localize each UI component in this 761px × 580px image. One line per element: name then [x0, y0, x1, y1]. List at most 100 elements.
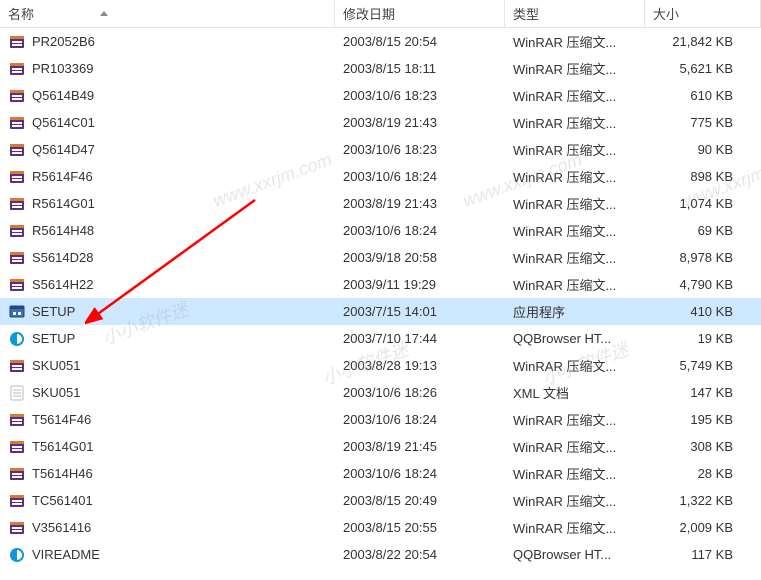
file-date: 2003/7/10 17:44 — [335, 331, 505, 346]
file-date: 2003/8/19 21:43 — [335, 115, 505, 130]
rar-icon — [8, 249, 26, 267]
table-row[interactable]: R5614H482003/10/6 18:24WinRAR 压缩文...69 K… — [0, 217, 761, 244]
file-name: R5614H48 — [32, 223, 94, 238]
rar-icon — [8, 438, 26, 456]
file-date: 2003/10/6 18:24 — [335, 169, 505, 184]
file-type: QQBrowser HT... — [505, 547, 645, 562]
file-name: TC561401 — [32, 493, 93, 508]
rar-icon — [8, 357, 26, 375]
rar-icon — [8, 141, 26, 159]
file-type: WinRAR 压缩文... — [505, 59, 645, 78]
file-name: T5614G01 — [32, 439, 93, 454]
table-row[interactable]: SKU0512003/10/6 18:26XML 文档147 KB — [0, 379, 761, 406]
file-type: WinRAR 压缩文... — [505, 464, 645, 483]
table-row[interactable]: VIREADME 2003/8/22 20:54QQBrowser HT...11… — [0, 541, 761, 568]
file-type: WinRAR 压缩文... — [505, 167, 645, 186]
file-name: Q5614D47 — [32, 142, 95, 157]
file-size: 69 KB — [645, 223, 761, 238]
file-type: WinRAR 压缩文... — [505, 248, 645, 267]
file-type: WinRAR 压缩文... — [505, 356, 645, 375]
column-header-type[interactable]: 类型 — [505, 0, 645, 27]
column-header-name[interactable]: 名称 — [0, 0, 335, 27]
file-type: WinRAR 压缩文... — [505, 140, 645, 159]
exe-icon — [8, 303, 26, 321]
file-size: 117 KB — [645, 547, 761, 562]
table-row[interactable]: Q5614C012003/8/19 21:43WinRAR 压缩文...775 … — [0, 109, 761, 136]
rar-icon — [8, 33, 26, 51]
file-size: 2,009 KB — [645, 520, 761, 535]
table-row[interactable]: SKU0512003/8/28 19:13WinRAR 压缩文...5,749 … — [0, 352, 761, 379]
file-size: 28 KB — [645, 466, 761, 481]
table-row[interactable]: T5614H462003/10/6 18:24WinRAR 压缩文...28 K… — [0, 460, 761, 487]
table-row[interactable]: Q5614D472003/10/6 18:23WinRAR 压缩文...90 K… — [0, 136, 761, 163]
file-name: S5614D28 — [32, 250, 93, 265]
file-size: 90 KB — [645, 142, 761, 157]
file-date: 2003/8/19 21:43 — [335, 196, 505, 211]
table-row[interactable]: V35614162003/8/15 20:55WinRAR 压缩文...2,00… — [0, 514, 761, 541]
file-date: 2003/8/15 20:55 — [335, 520, 505, 535]
column-header-name-label: 名称 — [8, 4, 34, 23]
qq-icon — [8, 546, 26, 564]
table-row[interactable]: S5614H222003/9/11 19:29WinRAR 压缩文...4,79… — [0, 271, 761, 298]
file-size: 4,790 KB — [645, 277, 761, 292]
column-header-size-label: 大小 — [653, 4, 679, 23]
file-type: WinRAR 压缩文... — [505, 437, 645, 456]
table-row[interactable]: R5614G012003/8/19 21:43WinRAR 压缩文...1,07… — [0, 190, 761, 217]
file-type: WinRAR 压缩文... — [505, 491, 645, 510]
table-row[interactable]: TC561401 2003/8/15 20:49WinRAR 压缩文...1,32… — [0, 487, 761, 514]
file-date: 2003/8/15 20:54 — [335, 34, 505, 49]
file-date: 2003/8/15 20:49 — [335, 493, 505, 508]
file-type: WinRAR 压缩文... — [505, 275, 645, 294]
column-header-type-label: 类型 — [513, 4, 539, 23]
file-name: SETUP — [32, 331, 75, 346]
table-row[interactable]: PR1033692003/8/15 18:11WinRAR 压缩文...5,62… — [0, 55, 761, 82]
file-type: WinRAR 压缩文... — [505, 410, 645, 429]
file-date: 2003/8/15 18:11 — [335, 61, 505, 76]
table-row[interactable]: PR2052B62003/8/15 20:54WinRAR 压缩文...21,8… — [0, 28, 761, 55]
file-type: WinRAR 压缩文... — [505, 32, 645, 51]
table-row[interactable]: T5614F462003/10/6 18:24WinRAR 压缩文...195 … — [0, 406, 761, 433]
table-row[interactable]: S5614D282003/9/18 20:58WinRAR 压缩文...8,97… — [0, 244, 761, 271]
table-row[interactable]: Q5614B492003/10/6 18:23WinRAR 压缩文...610 … — [0, 82, 761, 109]
file-name: Q5614C01 — [32, 115, 95, 130]
table-row[interactable]: R5614F462003/10/6 18:24WinRAR 压缩文...898 … — [0, 163, 761, 190]
file-size: 1,322 KB — [645, 493, 761, 508]
file-date: 2003/8/19 21:45 — [335, 439, 505, 454]
column-header-date[interactable]: 修改日期 — [335, 0, 505, 27]
file-size: 410 KB — [645, 304, 761, 319]
file-size: 775 KB — [645, 115, 761, 130]
file-date: 2003/9/18 20:58 — [335, 250, 505, 265]
table-row[interactable]: SETUP2003/7/15 14:01应用程序410 KB — [0, 298, 761, 325]
file-type: WinRAR 压缩文... — [505, 86, 645, 105]
file-size: 147 KB — [645, 385, 761, 400]
file-name: Q5614B49 — [32, 88, 94, 103]
file-type: XML 文档 — [505, 383, 645, 402]
file-name: R5614G01 — [32, 196, 95, 211]
file-size: 1,074 KB — [645, 196, 761, 211]
file-name: T5614H46 — [32, 466, 93, 481]
rar-icon — [8, 276, 26, 294]
file-date: 2003/10/6 18:26 — [335, 385, 505, 400]
file-size: 195 KB — [645, 412, 761, 427]
table-row[interactable]: SETUP 2003/7/10 17:44QQBrowser HT...19 KB — [0, 325, 761, 352]
sort-ascending-icon — [100, 11, 108, 16]
rar-icon — [8, 168, 26, 186]
file-size: 898 KB — [645, 169, 761, 184]
file-date: 2003/9/11 19:29 — [335, 277, 505, 292]
file-date: 2003/7/15 14:01 — [335, 304, 505, 319]
file-name: SETUP — [32, 304, 75, 319]
rar-icon — [8, 87, 26, 105]
file-type: WinRAR 压缩文... — [505, 518, 645, 537]
file-list: PR2052B62003/8/15 20:54WinRAR 压缩文...21,8… — [0, 28, 761, 568]
rar-icon — [8, 195, 26, 213]
column-header-size[interactable]: 大小 — [645, 0, 761, 27]
file-date: 2003/8/22 20:54 — [335, 547, 505, 562]
file-size: 610 KB — [645, 88, 761, 103]
file-date: 2003/10/6 18:24 — [335, 412, 505, 427]
file-date: 2003/10/6 18:24 — [335, 223, 505, 238]
file-name: VIREADME — [32, 547, 100, 562]
file-type: QQBrowser HT... — [505, 331, 645, 346]
file-size: 19 KB — [645, 331, 761, 346]
table-row[interactable]: T5614G012003/8/19 21:45WinRAR 压缩文...308 … — [0, 433, 761, 460]
rar-icon — [8, 222, 26, 240]
